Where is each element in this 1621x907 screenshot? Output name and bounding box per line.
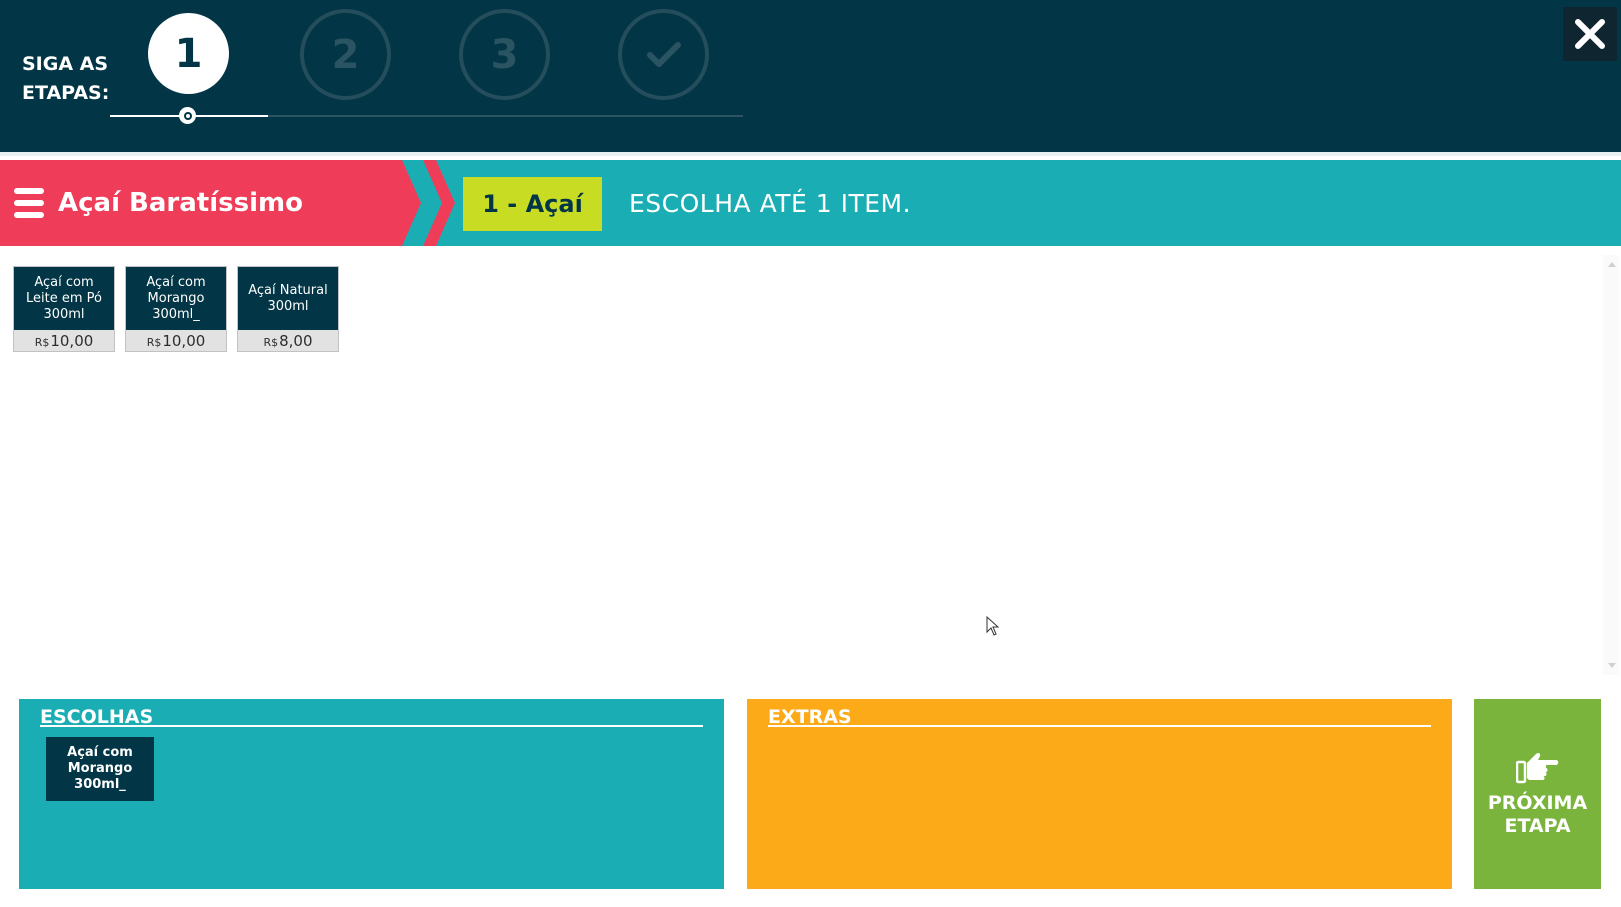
category-title: Açaí Baratíssimo [58,188,303,218]
app-root: SIGA AS ETAPAS: 1 2 3 Açaí Baratíssimo 1… [0,0,1621,907]
category-bar: Açaí Baratíssimo 1 - Açaí ESCOLHA ATÉ 1 … [0,160,1621,246]
product-scrollbar[interactable] [1603,255,1619,675]
check-icon [646,41,681,67]
product-currency: R$ [263,336,279,349]
product-currency: R$ [34,336,50,349]
category-title-group: Açaí Baratíssimo [14,160,303,246]
pointing-hand-icon [1515,752,1558,784]
product-card[interactable]: Açaí com Leite em Pó 300ml R$ 10,00 [13,266,115,352]
step-3-label: 3 [490,31,519,78]
product-price: R$ 10,00 [14,330,114,352]
product-card[interactable]: Açaí Natural 300ml R$ 8,00 [237,266,339,352]
product-name: Açaí com Morango 300ml_ [126,267,226,330]
chosen-item[interactable]: Açaí com Morango 300ml_ [46,737,154,801]
product-price: R$ 8,00 [238,330,338,352]
mouse-cursor-icon [986,616,1000,636]
step-finish[interactable] [618,9,709,100]
progress-marker-icon [179,107,196,124]
scroll-up-icon[interactable] [1608,262,1616,267]
step-2[interactable]: 2 [300,9,391,100]
product-name: Açaí Natural 300ml [238,267,338,330]
next-step-label: PRÓXIMA ETAPA [1487,792,1588,837]
close-button[interactable] [1563,7,1617,61]
product-price: R$ 10,00 [126,330,226,352]
product-price-value: 8,00 [279,332,313,350]
menu-icon[interactable] [14,188,44,218]
product-price-value: 10,00 [50,332,94,350]
choices-divider [40,725,703,727]
current-step-badge: 1 - Açaí [463,177,602,231]
extras-panel: EXTRAS [747,699,1452,889]
extras-divider [768,725,1431,727]
selection-instruction: ESCOLHA ATÉ 1 ITEM. [629,188,912,218]
choices-panel: ESCOLHAS Açaí com Morango 300ml_ [19,699,724,889]
steps-header: SIGA AS ETAPAS: 1 2 3 [0,0,1621,156]
next-step-button[interactable]: PRÓXIMA ETAPA [1474,699,1601,889]
product-price-value: 10,00 [162,332,206,350]
steps-title: SIGA AS ETAPAS: [22,53,110,104]
scroll-down-icon[interactable] [1608,663,1616,668]
step-1[interactable]: 1 [148,13,229,94]
product-name: Açaí com Leite em Pó 300ml [14,267,114,330]
step-3[interactable]: 3 [459,9,550,100]
product-card[interactable]: Açaí com Morango 300ml_ R$ 10,00 [125,266,227,352]
product-currency: R$ [146,336,162,349]
product-grid: Açaí com Leite em Pó 300ml R$ 10,00 Açaí… [13,266,339,352]
step-1-label: 1 [174,30,203,77]
step-2-label: 2 [331,31,360,78]
close-icon [1575,19,1605,49]
